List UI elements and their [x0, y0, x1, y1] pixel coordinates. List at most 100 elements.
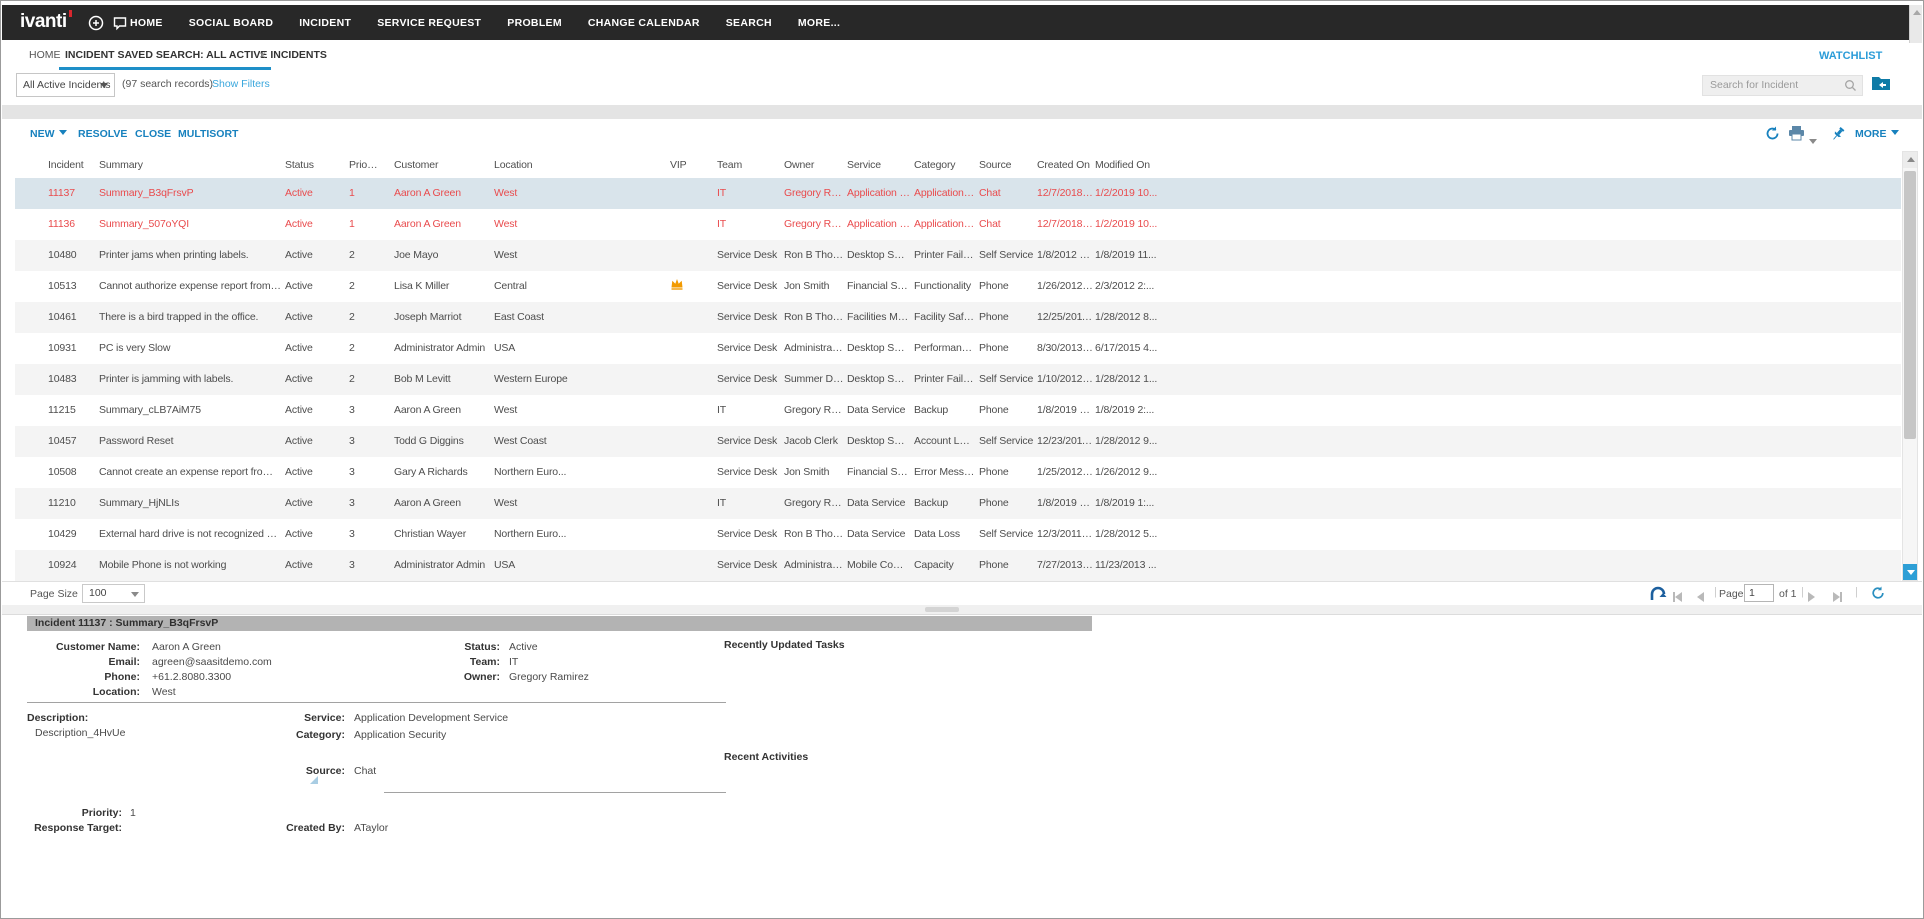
- cell-incident: 10924: [48, 559, 96, 571]
- cell-category: Backup: [914, 404, 975, 416]
- page-scrollbar-top[interactable]: [1909, 5, 1922, 43]
- cell-modified: 1/28/2012 9...: [1095, 435, 1171, 447]
- incident-detail-panel: Incident 11137 : Summary_B3qFrsvP Custom…: [2, 615, 1922, 918]
- col-header-service[interactable]: Service: [847, 159, 910, 171]
- col-header-incident[interactable]: Incident: [48, 159, 96, 171]
- col-header-location[interactable]: Location: [494, 159, 614, 171]
- watchlist-link[interactable]: WATCHLIST: [1819, 50, 1882, 62]
- nav-item-change-calendar[interactable]: CHANGE CALENDAR: [588, 17, 700, 29]
- cell-team: IT: [717, 404, 780, 416]
- pin-icon[interactable]: [1830, 126, 1846, 147]
- cell-priority: 2: [349, 373, 379, 385]
- close-button[interactable]: CLOSE: [135, 128, 171, 140]
- multisort-button[interactable]: MULTISORT: [178, 128, 238, 140]
- chat-bubble-icon[interactable]: [112, 15, 128, 31]
- nav-item-service-request[interactable]: SERVICE REQUEST: [377, 17, 481, 29]
- refresh-icon[interactable]: [1765, 126, 1780, 146]
- grid-vertical-scrollbar[interactable]: [1902, 151, 1918, 581]
- col-header-customer[interactable]: Customer: [394, 159, 492, 171]
- tab-home[interactable]: HOME: [29, 49, 61, 61]
- col-header-owner[interactable]: Owner: [784, 159, 844, 171]
- col-header-priority[interactable]: Priority: [349, 159, 379, 171]
- table-row[interactable]: 10513Cannot authorize expense report fro…: [15, 271, 1901, 302]
- cell-category: Application S...: [914, 218, 975, 230]
- print-icon[interactable]: [1788, 126, 1805, 146]
- cell-customer: Aaron A Green: [394, 497, 492, 509]
- cell-modified: 1/28/2012 1...: [1095, 373, 1171, 385]
- cell-priority: 1: [349, 218, 379, 230]
- more-button[interactable]: MORE: [1855, 128, 1899, 140]
- tab-close-icon[interactable]: ×: [259, 48, 266, 62]
- cell-owner: Gregory Rami...: [784, 187, 844, 199]
- cell-team: Service Desk: [717, 466, 780, 478]
- table-row[interactable]: 10483Printer is jamming with labels.Acti…: [15, 364, 1901, 395]
- email-label: Email:: [27, 656, 140, 668]
- scroll-down-button[interactable]: [1903, 564, 1917, 580]
- cell-incident: 10483: [48, 373, 96, 385]
- new-button[interactable]: NEW: [30, 128, 67, 140]
- table-row[interactable]: 10931PC is very SlowActive2Administrator…: [15, 333, 1901, 364]
- show-filters-link[interactable]: Show Filters: [212, 78, 270, 90]
- col-header-category[interactable]: Category: [914, 159, 975, 171]
- table-row[interactable]: 10480Printer jams when printing labels.A…: [15, 240, 1901, 271]
- page-size-label: Page Size: [30, 588, 78, 600]
- col-header-team[interactable]: Team: [717, 159, 780, 171]
- col-header-source[interactable]: Source: [979, 159, 1034, 171]
- service-label: Service:: [227, 712, 345, 724]
- resize-grip-icon[interactable]: [310, 776, 318, 784]
- clear-sort-icon[interactable]: [1650, 586, 1667, 606]
- table-row[interactable]: 11136Summary_507oYQIActive1Aaron A Green…: [15, 209, 1901, 240]
- scrollbar-thumb[interactable]: [1904, 171, 1916, 439]
- grid-body: 11137Summary_B3qFrsvPActive1Aaron A Gree…: [15, 178, 1901, 581]
- table-row[interactable]: 11137Summary_B3qFrsvPActive1Aaron A Gree…: [15, 178, 1901, 209]
- cell-summary: Cannot authorize expense report from mob…: [99, 280, 281, 292]
- page-number-input[interactable]: [1744, 584, 1774, 602]
- cell-customer: Christian Wayer: [394, 528, 492, 540]
- refresh-page-icon[interactable]: [1871, 586, 1885, 605]
- nav-item-home[interactable]: HOME: [130, 17, 163, 29]
- nav-item-more[interactable]: MORE...: [798, 17, 840, 29]
- incident-grid: IncidentSummary Status Priority CustomerLoc…: [2, 151, 1922, 581]
- nav-menu: HOME SOCIAL BOARD INCIDENT SERVICE REQUE…: [130, 5, 840, 40]
- page-size-select[interactable]: 100: [82, 584, 145, 603]
- table-row[interactable]: 10461There is a bird trapped in the offi…: [15, 302, 1901, 333]
- cell-summary: Summary_507oYQI: [99, 218, 281, 230]
- col-header-modified[interactable]: Modified On: [1095, 159, 1171, 171]
- nav-item-social-board[interactable]: SOCIAL BOARD: [189, 17, 274, 29]
- cell-created: 1/10/2012 1...: [1037, 373, 1093, 385]
- splitter-grip[interactable]: [925, 607, 959, 612]
- saved-search-dropdown[interactable]: All Active Incidents: [16, 73, 115, 97]
- table-row[interactable]: 10429External hard drive is not recogniz…: [15, 519, 1901, 550]
- tab-incident-saved-search[interactable]: INCIDENT SAVED SEARCH: ALL ACTIVE INCIDE…: [65, 49, 327, 61]
- response-target-label: Response Target:: [27, 822, 122, 834]
- table-row[interactable]: 10508Cannot create an expense report fro…: [15, 457, 1901, 488]
- cell-summary: Summary_cLB7AiM75: [99, 404, 281, 416]
- nav-item-search[interactable]: SEARCH: [726, 17, 772, 29]
- saved-search-folder-icon[interactable]: [1871, 74, 1891, 94]
- col-header-vip[interactable]: VIP: [670, 159, 696, 171]
- cell-source: Phone: [979, 342, 1034, 354]
- scroll-up-icon: [1907, 157, 1915, 162]
- table-row[interactable]: 10924Mobile Phone is not workingActive3A…: [15, 550, 1901, 581]
- col-header-summary[interactable]: Summary: [99, 159, 281, 171]
- cell-location: Central: [494, 280, 614, 292]
- col-header-status[interactable]: Status: [285, 159, 343, 171]
- cell-customer: Aaron A Green: [394, 218, 492, 230]
- table-row[interactable]: 10457Password ResetActive3Todd G Diggins…: [15, 426, 1901, 457]
- table-row[interactable]: 11215Summary_cLB7AiM75Active3Aaron A Gre…: [15, 395, 1901, 426]
- circle-plus-icon[interactable]: [88, 15, 104, 31]
- panel-splitter[interactable]: [2, 605, 1922, 615]
- cell-team: Service Desk: [717, 249, 780, 261]
- cell-summary: There is a bird trapped in the office.: [99, 311, 281, 323]
- nav-item-problem[interactable]: PROBLEM: [507, 17, 562, 29]
- nav-item-incident[interactable]: INCIDENT: [299, 17, 351, 29]
- cell-created: 12/7/2018 1...: [1037, 218, 1093, 230]
- chevron-down-icon[interactable]: [1809, 131, 1817, 149]
- resolve-button[interactable]: RESOLVE: [78, 128, 127, 140]
- page-label: Page: [1719, 588, 1744, 600]
- table-row[interactable]: 11210Summary_HjNLIsActive3Aaron A GreenW…: [15, 488, 1901, 519]
- col-header-created[interactable]: Created On: [1037, 159, 1093, 171]
- incident-search-input[interactable]: Search for Incident: [1702, 75, 1863, 96]
- scroll-up-button[interactable]: [1903, 152, 1917, 168]
- cell-summary: Summary_B3qFrsvP: [99, 187, 281, 199]
